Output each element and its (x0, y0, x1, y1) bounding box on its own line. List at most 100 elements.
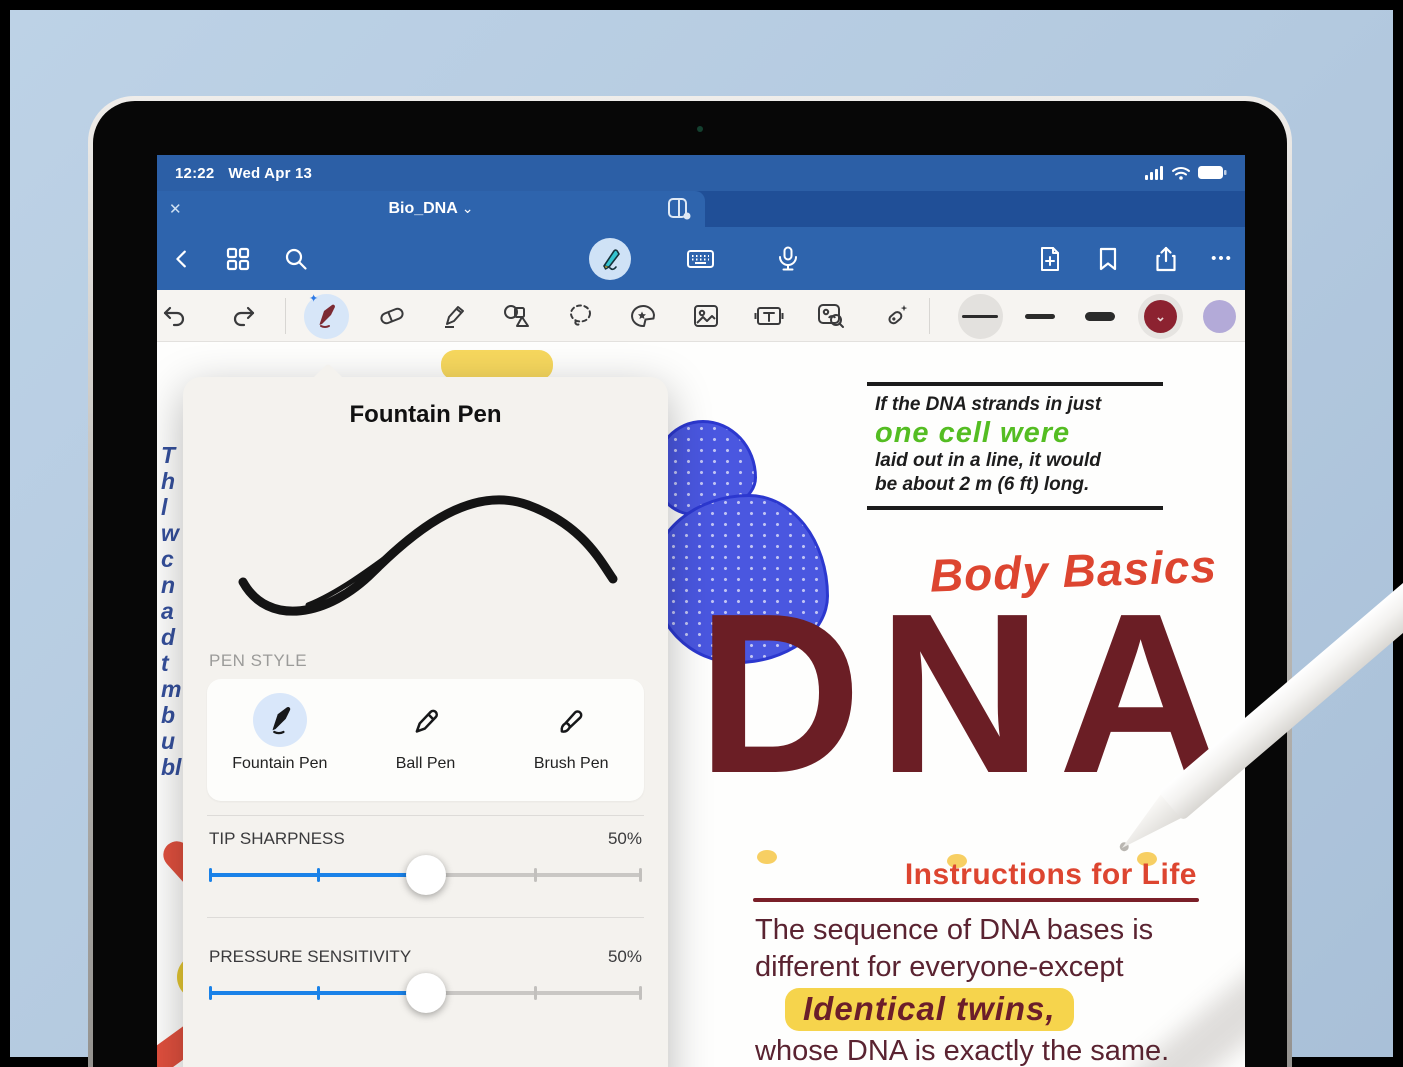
share-button[interactable] (1143, 227, 1189, 290)
slider-tick (317, 868, 320, 882)
pen-style-brush-pen[interactable]: Brush Pen (498, 679, 644, 801)
chevron-left-icon (171, 248, 193, 270)
tools-toolbar: ✦ (157, 290, 1245, 342)
image-icon (693, 304, 719, 328)
pen-style-section-label: PEN STYLE (209, 651, 307, 671)
handwritten-fact-box: If the DNA strands in just one cell were… (867, 382, 1163, 510)
thin-stroke-icon (962, 315, 998, 318)
pen-mode-button[interactable] (589, 238, 631, 280)
stroke-width-medium-button[interactable] (1017, 290, 1063, 342)
paragraph-line: The sequence of DNA bases is (755, 912, 1245, 949)
add-page-icon (1038, 246, 1062, 272)
slider-tick (317, 986, 320, 1000)
text-tool-button[interactable] (746, 290, 792, 342)
highlighted-phrase: Identical twins, (785, 988, 1074, 1031)
eraser-tool-button[interactable] (369, 290, 415, 342)
tab-title[interactable]: Bio_DNA⌄ (157, 200, 705, 218)
pen-style-fountain-pen[interactable]: Fountain Pen (207, 679, 353, 801)
slider-endcap (639, 986, 642, 1000)
cellular-signal-icon (1145, 166, 1164, 180)
divider (207, 815, 644, 816)
stroke-width-thick-button[interactable] (1077, 290, 1123, 342)
slider-label: TIP SHARPNESS (209, 829, 345, 849)
battery-icon (1198, 166, 1227, 180)
pen-style-card: Fountain Pen Ball Pen Brus (207, 679, 644, 801)
color-swatch-purple[interactable] (1203, 300, 1236, 333)
pressure-sensitivity-slider[interactable] (209, 973, 642, 1013)
elements-icon (817, 303, 845, 329)
medium-stroke-icon (1025, 314, 1055, 319)
tip-sharpness-row: TIP SHARPNESS 50% (209, 829, 642, 849)
slider-label: PRESSURE SENSITIVITY (209, 947, 411, 967)
front-camera (697, 126, 703, 132)
dna-letter: N (878, 584, 1059, 804)
dna-title: DNA (697, 584, 1239, 804)
pen-settings-popover: Fountain Pen PEN STYLE F (183, 377, 668, 1067)
color-swatch-dark-red[interactable]: ⌄ (1144, 300, 1177, 333)
lasso-icon (567, 303, 594, 329)
laser-pointer-icon (882, 302, 910, 330)
screenshot-stage: 12:22 Wed Apr 13 (0, 0, 1403, 1067)
teal-pen-icon (597, 246, 623, 272)
status-date: Wed Apr 13 (228, 165, 312, 182)
bookmark-button[interactable] (1085, 227, 1131, 290)
slider-thumb[interactable] (406, 855, 446, 895)
slider-tick (534, 986, 537, 1000)
shapes-icon (503, 303, 531, 329)
tab-title-chevron-icon: ⌄ (462, 200, 474, 216)
slider-value: 50% (608, 829, 642, 849)
eraser-icon (378, 304, 406, 328)
image-tool-button[interactable] (683, 290, 729, 342)
tip-sharpness-slider[interactable] (209, 855, 642, 895)
search-button[interactable] (273, 227, 319, 290)
main-toolbar: ••• (157, 227, 1245, 290)
redo-icon (231, 304, 257, 328)
stroke-preview-curve (213, 457, 638, 637)
wifi-icon (1171, 166, 1191, 180)
slider-thumb[interactable] (406, 973, 446, 1013)
thumbnails-button[interactable] (215, 227, 261, 290)
laser-pointer-tool-button[interactable] (873, 290, 919, 342)
back-button[interactable] (159, 227, 205, 290)
tab-bio-dna[interactable]: ✕ Bio_DNA⌄ (157, 191, 705, 227)
keyboard-icon (687, 248, 714, 270)
highlighter-tool-button[interactable] (432, 290, 478, 342)
dictation-button[interactable] (765, 227, 811, 290)
slider-value: 50% (608, 947, 642, 967)
brush-pen-icon (544, 693, 598, 747)
pen-style-ball-pen[interactable]: Ball Pen (353, 679, 499, 801)
redo-button[interactable] (221, 290, 267, 342)
subtitle-instructions: Instructions for Life (697, 858, 1197, 892)
yellow-highlight-doodle (441, 350, 553, 380)
elements-tool-button[interactable] (808, 290, 854, 342)
pen-tool-button[interactable] (303, 290, 349, 342)
split-view-icon[interactable] (668, 198, 691, 220)
sticker-star-icon (629, 303, 657, 329)
toolbar-divider (929, 298, 930, 334)
lasso-tool-button[interactable] (557, 290, 603, 342)
paragraph-line: different for everyone-except (755, 949, 1245, 986)
undo-icon (161, 304, 187, 328)
stroke-width-thin-button[interactable] (957, 290, 1003, 342)
ball-pen-icon (399, 693, 453, 747)
ipad-device-frame: 12:22 Wed Apr 13 (88, 96, 1292, 1067)
subtitle-underline (753, 898, 1199, 902)
keyboard-button[interactable] (677, 227, 723, 290)
add-page-button[interactable] (1027, 227, 1073, 290)
toolbar-divider (285, 298, 286, 334)
fountain-pen-tool-icon (312, 302, 340, 330)
undo-button[interactable] (157, 290, 197, 342)
stickers-tool-button[interactable] (620, 290, 666, 342)
fact-line-green: one cell were (875, 417, 1155, 449)
fountain-pen-icon (253, 693, 307, 747)
microphone-icon (777, 246, 799, 272)
stroke-preview (213, 457, 638, 637)
more-button[interactable]: ••• (1199, 227, 1245, 290)
thick-stroke-icon (1085, 312, 1115, 321)
shapes-tool-button[interactable] (494, 290, 540, 342)
dna-letter: D (697, 584, 878, 804)
pen-style-label: Ball Pen (396, 755, 456, 773)
slider-tick (534, 868, 537, 882)
slider-endcap (209, 986, 212, 1000)
pressure-sensitivity-row: PRESSURE SENSITIVITY 50% (209, 947, 642, 967)
